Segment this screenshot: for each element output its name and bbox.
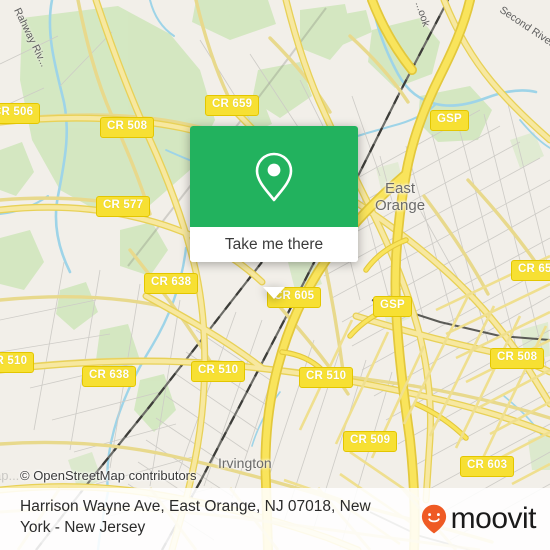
location-title: Harrison Wayne Ave, East Orange, NJ 0701… bbox=[20, 498, 371, 536]
route-shield-cr659[interactable]: CR 659 bbox=[205, 95, 260, 116]
card-action-bar[interactable]: Take me there bbox=[190, 227, 358, 262]
route-shield-cr510-c[interactable]: CR 510 bbox=[299, 367, 354, 388]
card-marker-area bbox=[190, 126, 358, 227]
route-shield-gsp-a[interactable]: GSP bbox=[430, 110, 469, 131]
take-me-there-label: Take me there bbox=[224, 235, 324, 253]
route-shield-cr638-b[interactable]: CR 638 bbox=[82, 366, 137, 387]
route-shield-cr577[interactable]: CR 577 bbox=[96, 196, 151, 217]
route-shield-cr510-b[interactable]: CR 510 bbox=[191, 361, 246, 382]
moovit-wordmark: moovit bbox=[450, 502, 537, 535]
map-watermark: ap... bbox=[0, 468, 20, 483]
route-shield-cr508-a[interactable]: CR 508 bbox=[100, 117, 155, 138]
place-label-east-orange: East Orange bbox=[375, 180, 426, 214]
osm-attribution[interactable]: © OpenStreetMap contributors bbox=[20, 468, 197, 483]
moovit-smiley-pin-icon bbox=[421, 504, 446, 534]
footer-bar: Harrison Wayne Ave, East Orange, NJ 0701… bbox=[0, 488, 550, 550]
place-label-irvington: Irvington bbox=[218, 455, 272, 471]
route-shield-cr638-a[interactable]: CR 638 bbox=[144, 273, 199, 294]
take-me-there-card[interactable]: Take me there bbox=[190, 126, 358, 299]
map-screenshot: East Orange Irvington Rahway Riv... Seco… bbox=[0, 0, 550, 550]
map-pin-icon bbox=[255, 152, 293, 201]
route-shield-cr658[interactable]: CR 658 bbox=[511, 260, 550, 281]
moovit-brand[interactable]: moovit bbox=[421, 502, 537, 535]
route-shield-cr508-b[interactable]: CR 508 bbox=[490, 348, 545, 369]
card-pointer-tail bbox=[263, 287, 285, 299]
route-shield-cr506[interactable]: CR 506 bbox=[0, 103, 41, 124]
map-canvas[interactable]: East Orange Irvington Rahway Riv... Seco… bbox=[0, 0, 550, 550]
route-shield-gsp-b[interactable]: GSP bbox=[373, 296, 412, 317]
route-shield-cr510-a[interactable]: CR 510 bbox=[0, 352, 35, 373]
route-shield-cr509[interactable]: CR 509 bbox=[343, 431, 398, 452]
route-shield-cr603[interactable]: CR 603 bbox=[460, 456, 515, 477]
card-body: Take me there bbox=[190, 126, 358, 262]
